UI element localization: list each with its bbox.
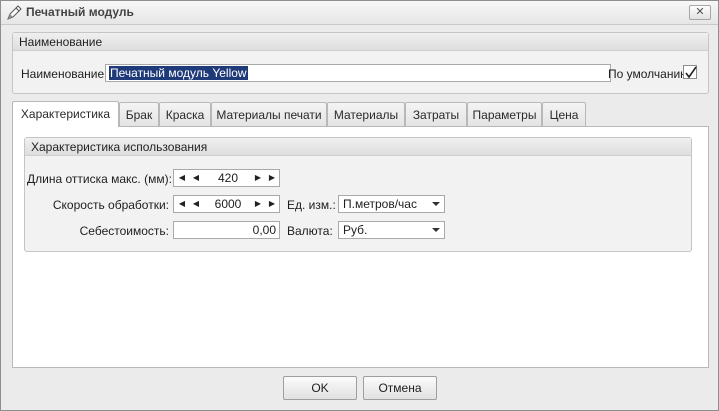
tab-ink[interactable]: Краска: [159, 102, 211, 127]
usage-group-header: Характеристика использования: [25, 138, 691, 156]
unit-value: П.метров/час: [343, 197, 417, 211]
tab-label: Параметры: [472, 108, 537, 122]
title-bar[interactable]: Печатный модуль ✕: [1, 1, 718, 25]
name-input-value: Печатный модуль Yellow: [109, 66, 248, 80]
currency-value: Руб.: [343, 223, 368, 237]
tab-print-materials[interactable]: Материалы печати: [211, 102, 327, 127]
cost-label: Себестоимость:: [79, 224, 169, 238]
dropdown-arrow-icon: [432, 228, 440, 232]
cost-value: 0,00: [252, 223, 276, 237]
dropdown-arrow-icon: [432, 202, 440, 206]
usage-group: Характеристика использования Длина оттис…: [24, 137, 692, 252]
pen-icon: [5, 4, 23, 22]
tab-page-characteristics: Характеристика использования Длина оттис…: [12, 126, 709, 368]
tab-parameters[interactable]: Параметры: [467, 102, 542, 127]
unit-select[interactable]: П.метров/час: [338, 195, 445, 213]
name-group-header: Наименование: [13, 33, 708, 51]
tab-price[interactable]: Цена: [542, 102, 586, 127]
tab-label: Краска: [165, 108, 205, 122]
speed-label: Скорость обработки:: [52, 198, 169, 212]
max-length-value: 420: [217, 171, 239, 185]
currency-label: Валюта:: [287, 224, 333, 238]
close-icon: ✕: [695, 6, 705, 18]
tab-characteristics[interactable]: Характеристика: [12, 101, 119, 127]
name-label: Наименование:: [21, 67, 108, 81]
speed-value: 6000: [214, 197, 242, 211]
tab-materials[interactable]: Материалы: [327, 102, 405, 127]
currency-select[interactable]: Руб.: [338, 221, 445, 239]
prev-icon[interactable]: ◀: [190, 196, 202, 212]
tab-label: Цена: [549, 108, 579, 122]
max-length-spinner[interactable]: ◀ ◀ 420 ▶ ▶: [173, 169, 280, 187]
cancel-button[interactable]: Отмена: [363, 376, 437, 400]
tab-costs[interactable]: Затраты: [405, 102, 467, 127]
max-length-label: Длина оттиска макс. (мм):: [27, 172, 172, 186]
window-title: Печатный модуль: [26, 5, 134, 19]
name-input[interactable]: Печатный модуль Yellow: [105, 64, 611, 82]
first-icon[interactable]: ◀: [176, 170, 188, 186]
first-icon[interactable]: ◀: [176, 196, 188, 212]
default-label: По умолчанию: [608, 67, 690, 81]
prev-icon[interactable]: ◀: [190, 170, 202, 186]
tab-label: Характеристика: [20, 107, 111, 121]
cost-input[interactable]: 0,00: [173, 221, 280, 239]
tab-label: Материалы: [333, 108, 399, 122]
tab-label: Материалы печати: [216, 108, 322, 122]
checkmark-icon: [685, 66, 697, 79]
name-group: Наименование Наименование: Печатный моду…: [12, 32, 709, 94]
ok-button[interactable]: OK: [283, 376, 357, 400]
next-icon[interactable]: ▶: [252, 196, 264, 212]
tab-label: Затраты: [412, 108, 460, 122]
unit-label: Ед. изм.:: [287, 198, 336, 212]
tab-defect[interactable]: Брак: [119, 102, 159, 127]
last-icon[interactable]: ▶: [266, 170, 278, 186]
tab-label: Брак: [125, 108, 153, 122]
next-icon[interactable]: ▶: [252, 170, 264, 186]
default-checkbox[interactable]: [683, 65, 697, 79]
tab-control: Характеристика Брак Краска Материалы печ…: [12, 101, 709, 368]
last-icon[interactable]: ▶: [266, 196, 278, 212]
dialog-window: Печатный модуль ✕ Наименование Наименова…: [0, 0, 719, 411]
speed-spinner[interactable]: ◀ ◀ 6000 ▶ ▶: [173, 195, 280, 213]
close-button[interactable]: ✕: [689, 5, 711, 20]
